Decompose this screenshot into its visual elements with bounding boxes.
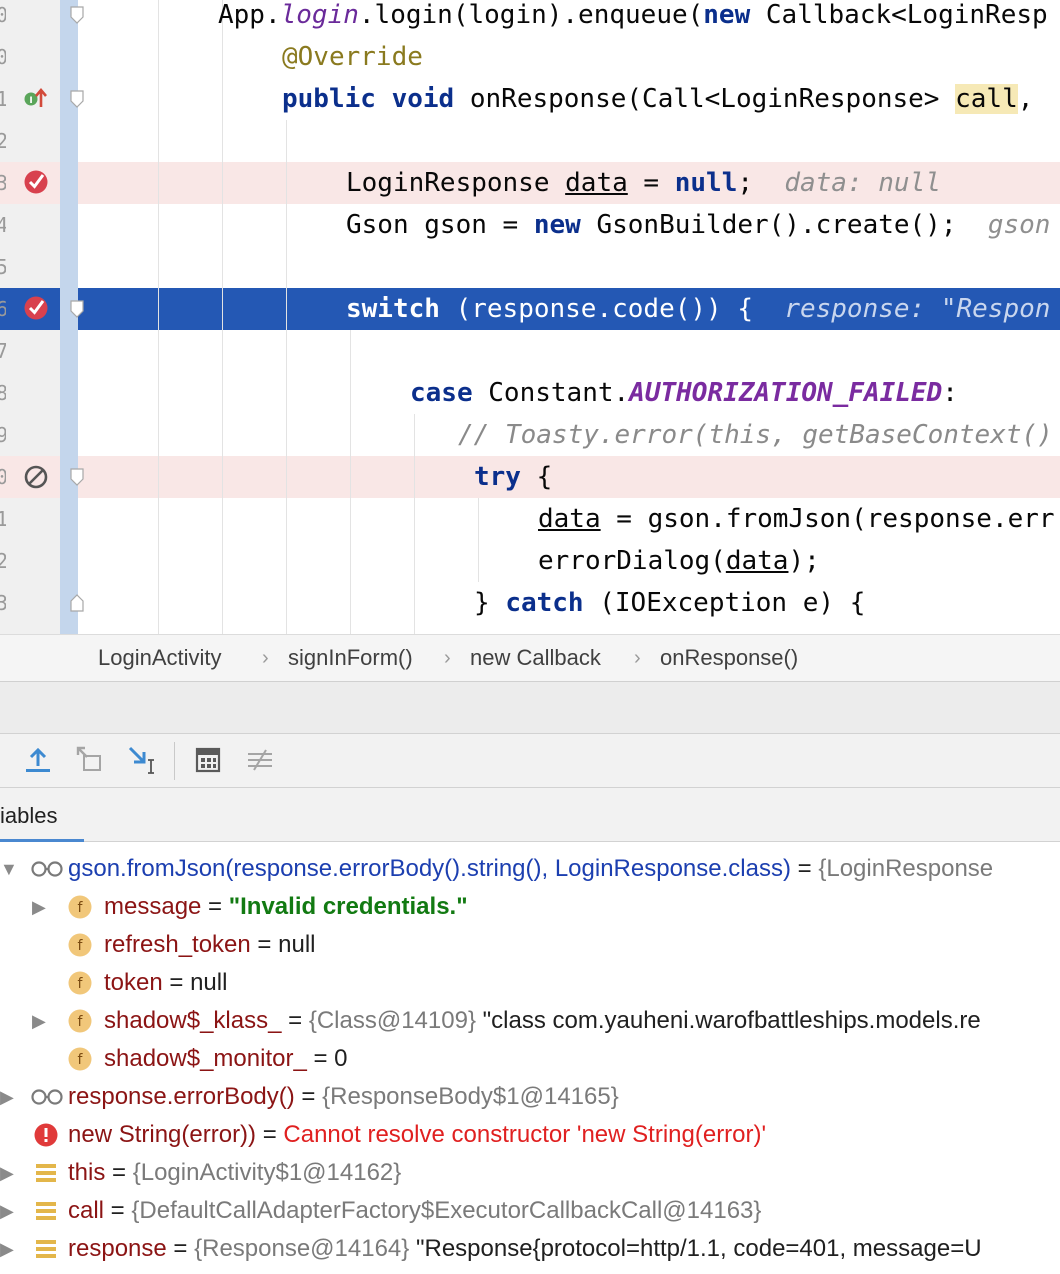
variable-row[interactable]: ▶ call = {DefaultCallAdapterFactory$Exec…	[0, 1192, 1060, 1230]
code-line[interactable]: errorDialog(data);	[538, 540, 820, 582]
debug-panel-header	[0, 682, 1060, 734]
expand-arrow-icon[interactable]: ▶	[32, 1002, 52, 1040]
watch-glasses-icon	[30, 859, 63, 883]
breadcrumb-item-method[interactable]: signInForm()	[288, 635, 413, 683]
watch-glasses-icon	[30, 1087, 63, 1111]
breadcrumb: LoginActivity › signInForm() › new Callb…	[0, 634, 1060, 682]
chevron-right-icon: ›	[262, 647, 269, 669]
local-variable-icon	[34, 1199, 58, 1223]
expand-arrow-icon[interactable]: ▶	[0, 1078, 20, 1116]
error-icon	[34, 1123, 58, 1147]
line-number: 0	[0, 36, 6, 78]
code-editor[interactable]: 0 0 1 2 3 4 5 6 7 8 9 0 1 2 3 I	[0, 0, 1060, 634]
expand-arrow-icon[interactable]: ▶	[0, 1154, 20, 1192]
tab-variables[interactable]: iables	[0, 788, 57, 842]
fold-marker[interactable]	[70, 468, 84, 486]
variable-row[interactable]: ▶ f message = "Invalid credentials."	[0, 888, 1060, 926]
variable-row[interactable]: f token = null	[0, 964, 1060, 1002]
field-icon: f	[68, 971, 92, 995]
evaluate-expression-icon[interactable]	[192, 744, 224, 776]
expand-arrow-icon[interactable]: ▼	[0, 850, 20, 888]
breadcrumb-item-class[interactable]: LoginActivity	[98, 635, 222, 683]
line-number: 3	[0, 582, 6, 624]
svg-text:I: I	[29, 96, 32, 106]
line-number: 9	[0, 414, 6, 456]
variable-row[interactable]: ▶ f shadow$_klass_ = {Class@14109} "clas…	[0, 1002, 1060, 1040]
step-out-icon[interactable]	[22, 744, 54, 776]
variable-row[interactable]: f shadow$_monitor_ = 0	[0, 1040, 1060, 1078]
line-number: 2	[0, 540, 6, 582]
code-line[interactable]: } catch (IOException e) {	[474, 582, 865, 624]
line-number: 1	[0, 78, 6, 120]
variable-row[interactable]: ▶ response = {Response@14164} "Response{…	[0, 1230, 1060, 1268]
code-line[interactable]: data = gson.fromJson(response.err	[538, 498, 1055, 540]
run-to-cursor-icon[interactable]	[126, 744, 158, 776]
disabled-breakpoint-icon[interactable]	[23, 464, 49, 490]
watch-row[interactable]: ▼ gson.fromJson(response.errorBody().str…	[0, 850, 1060, 888]
expand-arrow-icon[interactable]: ▶	[0, 1192, 20, 1230]
code-line[interactable]: App.login.login(login).enqueue(new Callb…	[218, 0, 1048, 36]
drop-frame-icon[interactable]	[74, 744, 106, 776]
variables-tab-bar: iables	[0, 788, 1060, 842]
line-number: 3	[0, 162, 6, 204]
code-line[interactable]: // Toasty.error(this, getBaseContext()	[458, 414, 1053, 456]
indent-guide	[350, 330, 351, 634]
indent-guide	[286, 120, 287, 634]
indent-guide	[414, 414, 415, 634]
line-number: 4	[0, 204, 6, 246]
watch-error-row[interactable]: new String(error)) = Cannot resolve cons…	[0, 1116, 1060, 1154]
line-number: 2	[0, 120, 6, 162]
execution-line-text[interactable]: switch (response.code()) { response: "Re…	[0, 288, 1060, 330]
line-number: 0	[0, 456, 6, 498]
line-number: 1	[0, 498, 6, 540]
code-line[interactable]: try {	[474, 456, 552, 498]
chevron-right-icon: ›	[634, 647, 641, 669]
variables-tree[interactable]: ▼ gson.fromJson(response.errorBody().str…	[0, 842, 1060, 1274]
fold-marker[interactable]	[70, 594, 84, 612]
inline-debug-hint: data: null	[784, 168, 941, 198]
override-implements-icon[interactable]: I	[23, 85, 49, 111]
line-number: 7	[0, 330, 6, 372]
code-line[interactable]: @Override	[282, 36, 423, 78]
inline-debug-hint: gson	[987, 210, 1051, 240]
expand-arrow-icon[interactable]: ▶	[32, 888, 52, 926]
code-line[interactable]: LoginResponse data = null; data: null	[346, 162, 941, 204]
local-variable-icon	[34, 1161, 58, 1185]
toolbar-separator	[174, 742, 175, 780]
code-line[interactable]: Gson gson = new GsonBuilder().create(); …	[346, 204, 1050, 246]
indent-guide	[478, 498, 479, 582]
field-icon: f	[68, 933, 92, 957]
fold-marker[interactable]	[70, 90, 84, 108]
fold-marker[interactable]	[70, 6, 84, 24]
expand-arrow-icon[interactable]: ▶	[0, 1230, 20, 1268]
chevron-right-icon: ›	[444, 647, 451, 669]
field-icon: f	[68, 1009, 92, 1033]
field-icon: f	[68, 895, 92, 919]
field-icon: f	[68, 1047, 92, 1071]
breadcrumb-item-onresponse[interactable]: onResponse()	[660, 635, 798, 683]
line-number: 5	[0, 246, 6, 288]
variable-row[interactable]: f refresh_token = null	[0, 926, 1060, 964]
local-variable-icon	[34, 1237, 58, 1261]
breadcrumb-item-callback[interactable]: new Callback	[470, 635, 601, 683]
variable-row[interactable]: ▶ this = {LoginActivity$1@14162}	[0, 1154, 1060, 1192]
line-number: 0	[0, 0, 6, 36]
debug-toolbar	[0, 734, 1060, 788]
watch-row[interactable]: ▶ response.errorBody() = {ResponseBody$1…	[0, 1078, 1060, 1116]
inline-debug-hint: response: "Respon	[784, 294, 1051, 324]
line-number: 8	[0, 372, 6, 414]
breakpoint-check-icon[interactable]	[23, 169, 49, 195]
code-line[interactable]: case Constant.AUTHORIZATION_FAILED:	[410, 372, 958, 414]
trace-icon[interactable]	[244, 744, 276, 776]
code-line[interactable]: public void onResponse(Call<LoginRespons…	[282, 78, 1033, 120]
